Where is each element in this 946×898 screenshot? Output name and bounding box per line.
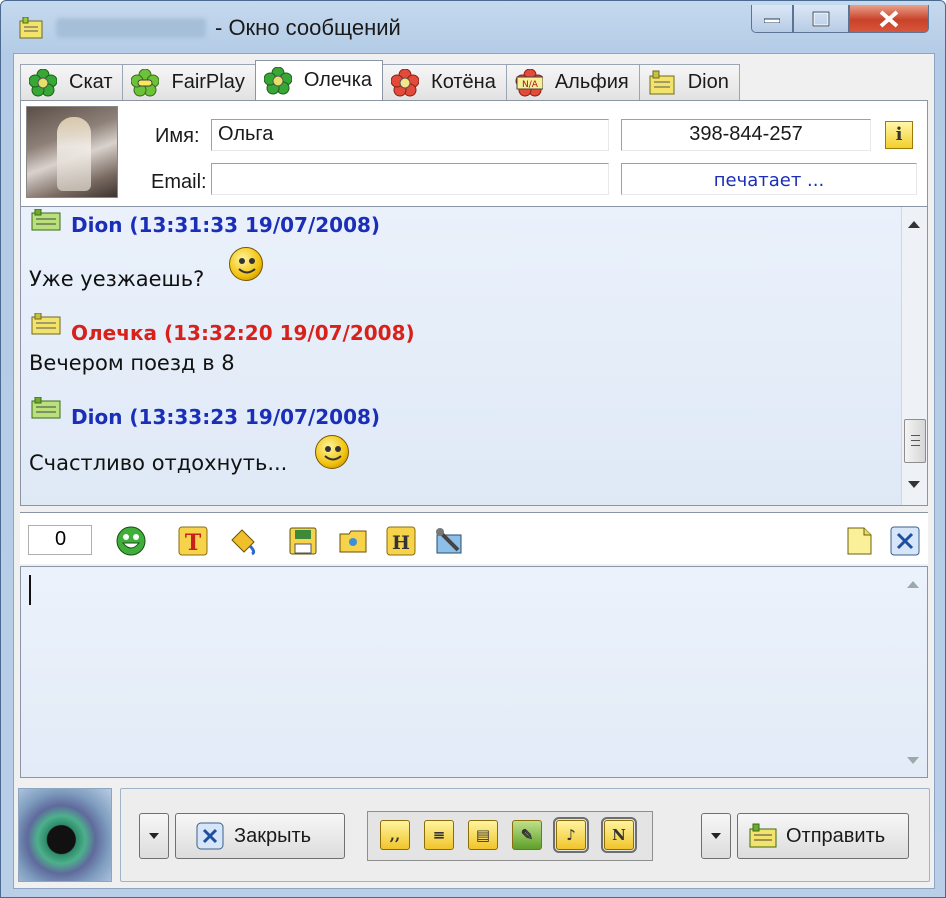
message-card-icon — [31, 209, 61, 231]
message-header: Dion (13:31:33 19/07/2008) — [71, 213, 381, 237]
user-info-icon[interactable]: i — [885, 121, 913, 149]
name-field[interactable]: Ольга — [211, 119, 609, 151]
tab-fairplay[interactable]: FairPlay — [122, 64, 256, 100]
quote-icon[interactable]: ,, — [380, 820, 410, 850]
tab-alfiya[interactable]: N/A Альфия — [505, 64, 640, 100]
bottom-panel: Закрыть ,, ≡ ▤ ✎ ♪ N Отправить — [120, 788, 930, 882]
contact-tabs: Скат FairPlay Олечка Котёна N/A Альфия D… — [20, 60, 740, 100]
history-scrollbar[interactable] — [901, 207, 927, 505]
notify-icon[interactable]: N — [601, 817, 637, 853]
chat-history[interactable]: Dion (13:31:33 19/07/2008) Уже уезжаешь?… — [20, 206, 928, 506]
svg-text:T: T — [185, 530, 202, 556]
minimize-button[interactable] — [751, 5, 793, 33]
maximize-icon — [812, 10, 830, 27]
green-flower-icon — [29, 68, 57, 97]
tab-label: Dion — [687, 71, 729, 93]
svg-text:N/A: N/A — [522, 80, 539, 90]
message-toolbar: 0 T H — [20, 512, 928, 564]
message-card-icon — [749, 823, 777, 848]
tab-label: Альфия — [554, 71, 629, 93]
smiley-icon[interactable] — [116, 526, 146, 556]
green-flower-icon — [263, 66, 292, 95]
smiley-icon — [229, 247, 263, 281]
email-label: Email: — [151, 171, 207, 193]
email-field[interactable] — [211, 163, 609, 195]
maximize-button[interactable] — [793, 5, 849, 33]
save-icon[interactable] — [288, 526, 318, 556]
message-card-icon — [31, 313, 61, 335]
message-icon[interactable]: ≡ — [424, 820, 454, 850]
clear-icon[interactable] — [890, 526, 920, 556]
close-icon — [196, 822, 224, 850]
close-button[interactable]: Закрыть — [175, 813, 345, 859]
title-bar[interactable]: - Окно сообщений — [1, 1, 945, 53]
name-label: Имя: — [155, 125, 200, 147]
input-scrollbar[interactable] — [901, 567, 927, 777]
scroll-down-icon[interactable] — [907, 757, 919, 764]
close-options-dropdown[interactable] — [139, 813, 169, 859]
message-header: Dion (13:33:23 19/07/2008) — [71, 405, 381, 429]
send-options-dropdown[interactable] — [701, 813, 731, 859]
sound-icon[interactable]: ♪ — [553, 817, 589, 853]
tab-dion[interactable]: Dion — [638, 64, 740, 100]
char-counter: 0 — [28, 525, 92, 555]
text-caret — [29, 575, 31, 605]
settings-icon[interactable]: ✎ — [512, 820, 542, 850]
open-folder-icon[interactable] — [338, 526, 368, 556]
na-status-icon: N/A — [515, 68, 543, 97]
tab-label: Олечка — [303, 69, 373, 91]
scroll-down-icon[interactable] — [908, 481, 920, 488]
tab-label: Скат — [69, 71, 113, 93]
close-window-button[interactable] — [849, 5, 929, 33]
bottom-bar: Закрыть ,, ≡ ▤ ✎ ♪ N Отправить — [14, 784, 934, 888]
new-note-icon[interactable] — [844, 526, 874, 556]
message-text: Счастливо отдохнуть... — [29, 451, 288, 475]
red-flower-icon — [391, 68, 420, 97]
message-card-icon — [648, 69, 676, 97]
send-button[interactable]: Отправить — [737, 813, 909, 859]
window-title: - Окно сообщений — [215, 15, 401, 40]
svg-text:H: H — [392, 532, 410, 554]
contact-info-panel: Имя: Ольга Email: 398-844-257 печатает .… — [20, 100, 928, 208]
scroll-thumb[interactable] — [904, 419, 926, 463]
message-window: - Окно сообщений Скат FairPlay Олечка Ко… — [0, 0, 946, 898]
title-uin-blurred — [56, 18, 206, 38]
message-header: Олечка (13:32:20 19/07/2008) — [71, 321, 415, 345]
history-icon[interactable]: H — [386, 526, 416, 556]
typing-status: печатает ... — [621, 163, 917, 195]
send-label: Отправить — [786, 824, 886, 847]
tools-icon[interactable] — [434, 526, 464, 556]
avatar — [26, 106, 118, 198]
background-fill-icon[interactable] — [228, 526, 258, 556]
smiley-icon — [315, 435, 349, 469]
file-transfer-icon[interactable]: ▤ — [468, 820, 498, 850]
tab-kotena[interactable]: Котёна — [382, 64, 507, 100]
tab-skat[interactable]: Скат — [20, 64, 124, 100]
message-text: Вечером поезд в 8 — [29, 351, 235, 375]
quick-actions-group: ,, ≡ ▤ ✎ ♪ N — [367, 811, 653, 861]
message-input[interactable] — [20, 566, 928, 778]
message-card-icon — [31, 397, 61, 419]
close-icon — [879, 9, 899, 28]
scroll-up-icon[interactable] — [907, 581, 919, 588]
text-color-icon[interactable]: T — [178, 526, 208, 556]
tab-label: Котёна — [431, 71, 496, 93]
scroll-up-icon[interactable] — [908, 221, 920, 228]
close-label: Закрыть — [234, 824, 312, 847]
tab-label: FairPlay — [171, 71, 245, 93]
green-mask-icon — [131, 68, 160, 97]
tab-olechka[interactable]: Олечка — [254, 60, 384, 100]
eye-logo — [18, 788, 112, 882]
message-card-icon — [19, 17, 43, 39]
client-area: Скат FairPlay Олечка Котёна N/A Альфия D… — [13, 53, 935, 889]
minimize-icon — [764, 18, 780, 23]
message-text: Уже уезжаешь? — [29, 267, 205, 291]
uin-field[interactable]: 398-844-257 — [621, 119, 871, 151]
